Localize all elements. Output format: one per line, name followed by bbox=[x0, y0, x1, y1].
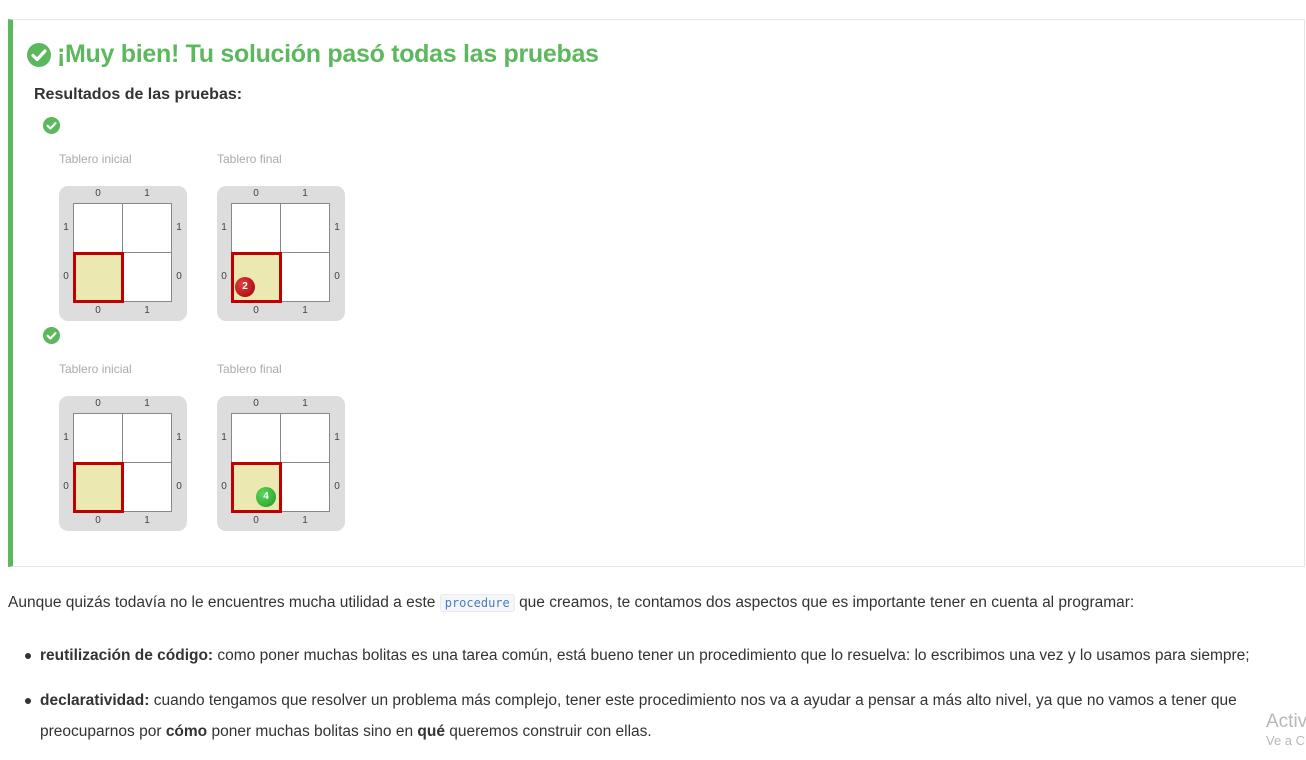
success-title: ¡Muy bien! Tu solución pasó todas las pr… bbox=[26, 40, 599, 69]
watermark-line: Activ bbox=[1266, 711, 1306, 732]
column-label: 1 bbox=[302, 305, 308, 316]
row-label: 0 bbox=[334, 481, 340, 492]
list-item: declaratividad: cuando tengamos que reso… bbox=[22, 685, 1306, 747]
row-label: 1 bbox=[334, 432, 340, 443]
row-label: 0 bbox=[334, 271, 340, 282]
board-cell bbox=[74, 204, 123, 253]
board-cell bbox=[281, 204, 330, 253]
column-label: 0 bbox=[95, 515, 101, 526]
row-label: 1 bbox=[63, 432, 69, 443]
success-title-text: ¡Muy bien! Tu solución pasó todas las pr… bbox=[57, 40, 599, 68]
aspect-term: reutilización de código: bbox=[40, 647, 214, 664]
board-cell bbox=[123, 253, 172, 302]
board-head-cell: 4 bbox=[231, 462, 282, 513]
column-label: 0 bbox=[253, 515, 259, 526]
column-label: 0 bbox=[95, 305, 101, 316]
column-label: 1 bbox=[144, 515, 150, 526]
row-label: 0 bbox=[221, 271, 227, 282]
test-passed-icon bbox=[43, 117, 60, 134]
watermark-line: Ve a C bbox=[1266, 733, 1306, 748]
aspects-list: reutilización de código: como poner much… bbox=[22, 640, 1306, 760]
row-label: 1 bbox=[221, 432, 227, 443]
final-board: 0 1 0 1 1 0 1 0 4 bbox=[217, 396, 345, 531]
emphasis-como: cómo bbox=[165, 723, 208, 740]
initial-board-caption: Tablero inicial bbox=[59, 362, 132, 376]
board-cell bbox=[123, 204, 172, 253]
board-cell bbox=[281, 463, 330, 512]
board-cell bbox=[281, 414, 330, 463]
column-label: 1 bbox=[144, 188, 150, 199]
board-cell bbox=[123, 463, 172, 512]
row-label: 0 bbox=[221, 481, 227, 492]
green-ball: 4 bbox=[256, 487, 276, 507]
intro-text-end: que creamos, te contamos dos aspectos qu… bbox=[519, 594, 1135, 611]
initial-board-caption: Tablero inicial bbox=[59, 152, 132, 166]
aspect-description-cont: poner muchas bolitas sino en bbox=[211, 723, 414, 740]
row-label: 0 bbox=[176, 481, 182, 492]
red-ball: 2 bbox=[235, 277, 255, 297]
column-label: 1 bbox=[302, 398, 308, 409]
board-grid: 4 bbox=[231, 413, 330, 513]
final-board-caption: Tablero final bbox=[217, 152, 282, 166]
row-label: 1 bbox=[334, 222, 340, 233]
procedure-code: procedure bbox=[439, 594, 515, 612]
intro-text: Aunque quizás todavía no le encuentres m… bbox=[8, 594, 436, 611]
intro-paragraph: Aunque quizás todavía no le encuentres m… bbox=[8, 594, 1134, 612]
tests-label: Resultados de las pruebas: bbox=[34, 86, 243, 103]
column-label: 1 bbox=[144, 305, 150, 316]
board-cell bbox=[232, 204, 281, 253]
board-head-cell bbox=[73, 462, 124, 513]
column-label: 0 bbox=[253, 305, 259, 316]
column-label: 1 bbox=[144, 398, 150, 409]
row-label: 0 bbox=[176, 271, 182, 282]
initial-board: 0 1 0 1 1 0 1 0 bbox=[59, 186, 187, 321]
column-label: 0 bbox=[95, 398, 101, 409]
board-cell bbox=[123, 414, 172, 463]
emphasis-que: qué bbox=[417, 723, 445, 740]
row-label: 0 bbox=[63, 481, 69, 492]
board-cell bbox=[232, 414, 281, 463]
row-label: 1 bbox=[176, 222, 182, 233]
final-board-caption: Tablero final bbox=[217, 362, 282, 376]
row-label: 1 bbox=[176, 432, 182, 443]
column-label: 0 bbox=[253, 398, 259, 409]
test-passed-icon bbox=[43, 327, 60, 344]
column-label: 1 bbox=[302, 188, 308, 199]
check-circle-icon bbox=[27, 42, 51, 67]
aspect-term: declaratividad: bbox=[40, 692, 150, 709]
row-label: 0 bbox=[63, 271, 69, 282]
aspect-description-end: queremos construir con ellas. bbox=[449, 723, 652, 740]
board-grid bbox=[73, 203, 172, 303]
board-cell bbox=[74, 414, 123, 463]
aspect-description: como poner muchas bolitas es una tarea c… bbox=[217, 647, 1250, 664]
row-label: 1 bbox=[221, 222, 227, 233]
board-grid: 2 bbox=[231, 203, 330, 303]
final-board: 0 1 0 1 1 0 1 0 2 bbox=[217, 186, 345, 321]
initial-board: 0 1 0 1 1 0 1 0 bbox=[59, 396, 187, 531]
list-item: reutilización de código: como poner much… bbox=[22, 640, 1306, 671]
column-label: 0 bbox=[95, 188, 101, 199]
column-label: 0 bbox=[253, 188, 259, 199]
column-label: 1 bbox=[302, 515, 308, 526]
board-grid bbox=[73, 413, 172, 513]
board-head-cell: 2 bbox=[231, 252, 282, 303]
board-head-cell bbox=[73, 252, 124, 303]
board-cell bbox=[281, 253, 330, 302]
row-label: 1 bbox=[63, 222, 69, 233]
activation-watermark: Activ Ve a C bbox=[1266, 711, 1306, 748]
